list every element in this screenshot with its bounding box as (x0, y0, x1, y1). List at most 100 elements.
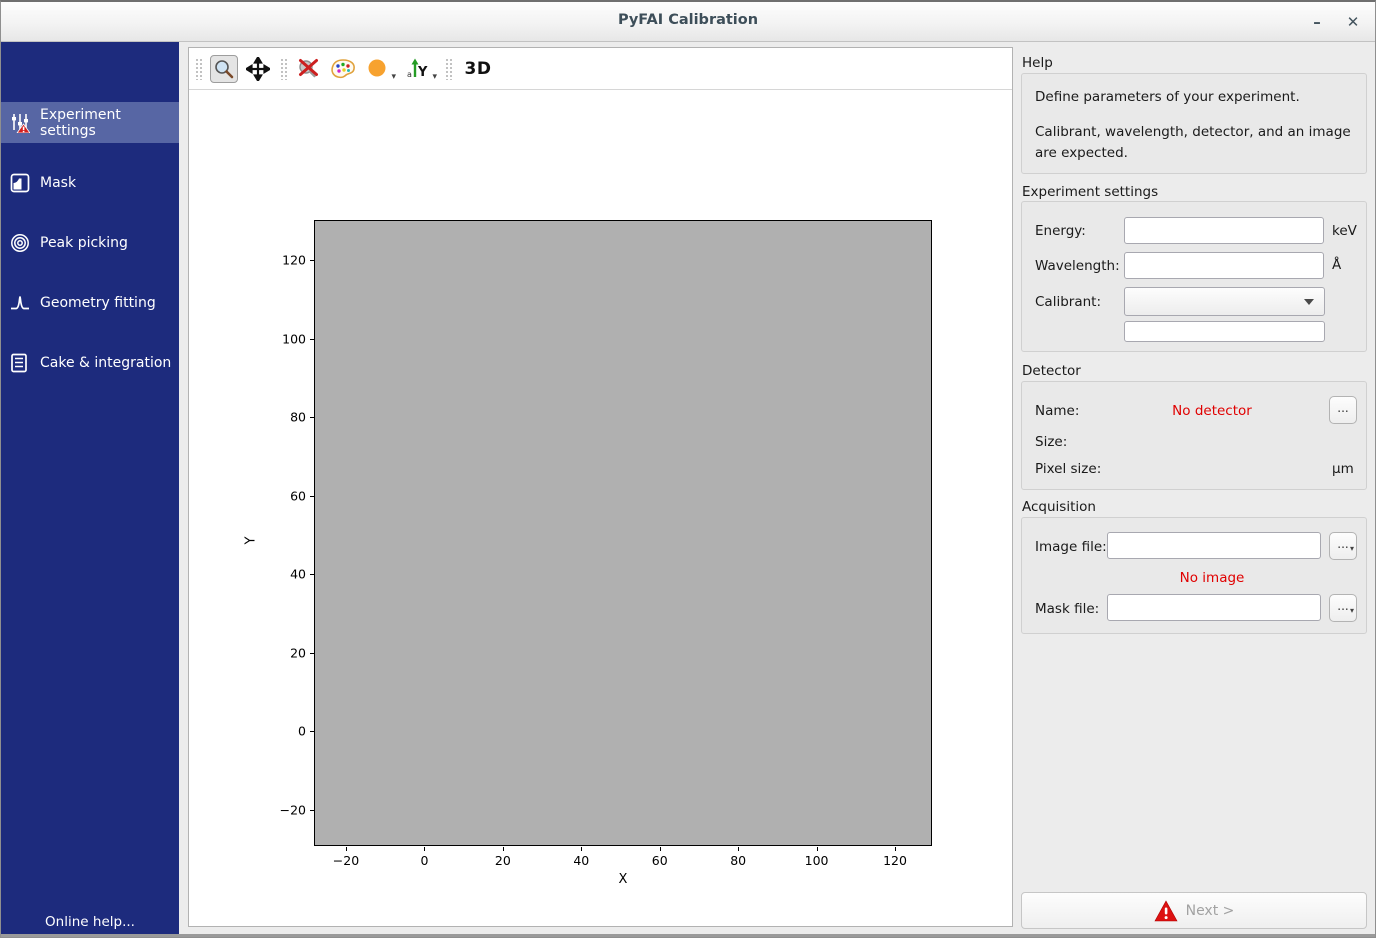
detector-name-label: Name: (1035, 403, 1079, 419)
plot-canvas[interactable]: −20020406080100120120100806040200−20 X Y (189, 91, 1012, 926)
svg-text:a: a (407, 70, 412, 79)
x-tick-label: 100 (805, 853, 829, 868)
next-button[interactable]: Next > (1021, 892, 1367, 929)
plot-panel: ▾ a Y ▾ 3D −2002040608010012012010080604… (188, 47, 1013, 927)
y-tick-label: 120 (261, 253, 306, 268)
x-tick-label: 20 (495, 853, 511, 868)
sidebar-item-mask[interactable]: Mask (1, 162, 179, 203)
detector-section-title: Detector (1022, 363, 1081, 379)
mask-file-browse-button[interactable]: ... ▾ (1329, 594, 1357, 622)
image-file-browse-button[interactable]: ... ▾ (1329, 532, 1357, 560)
titlebar: PyFAI Calibration – ✕ (1, 2, 1375, 42)
wavelength-unit: Å (1332, 257, 1341, 273)
x-tick-label: 120 (883, 853, 907, 868)
detector-pixel-unit: μm (1332, 461, 1354, 477)
detector-pixel-label: Pixel size: (1035, 461, 1101, 477)
dropdown-arrow-icon: ▾ (391, 72, 396, 82)
no-detector-status: No detector (1102, 403, 1322, 419)
y-tick-label: 80 (261, 410, 306, 425)
detector-box: Name: No detector ... Size: Pixel size: … (1021, 381, 1367, 490)
x-tick-mark (503, 847, 504, 851)
close-button[interactable]: ✕ (1339, 10, 1367, 34)
sidebar: Experiment settings Mask Peak picking Ge… (1, 42, 179, 938)
calibrant-label: Calibrant: (1035, 294, 1101, 310)
sidebar-item-cake-integration[interactable]: Cake & integration (1, 342, 179, 383)
help-box: Define parameters of your experiment. Ca… (1021, 73, 1367, 174)
target-icon (10, 233, 30, 253)
dropdown-arrow-icon: ▾ (432, 72, 437, 82)
peak-curve-icon (10, 293, 30, 313)
detector-browse-button[interactable]: ... (1329, 396, 1357, 424)
x-tick-mark (660, 847, 661, 851)
window-title: PyFAI Calibration (1, 12, 1375, 28)
calibrant-extra-input[interactable] (1124, 321, 1325, 342)
toolbar-separator (280, 58, 287, 80)
image-file-input[interactable] (1107, 532, 1321, 559)
sidebar-item-peak-picking[interactable]: Peak picking (1, 222, 179, 263)
y-tick-mark (310, 339, 314, 340)
acquisition-section-title: Acquisition (1022, 499, 1096, 515)
wavelength-input[interactable] (1124, 252, 1324, 279)
dropdown-arrow-icon: ▾ (1350, 600, 1354, 622)
y-tick-mark (310, 810, 314, 811)
x-tick-label: 40 (573, 853, 589, 868)
online-help-link[interactable]: Online help... (1, 914, 179, 930)
energy-label: Energy: (1035, 223, 1086, 239)
palette-icon (330, 58, 356, 80)
plot-toolbar: ▾ a Y ▾ 3D (189, 48, 1012, 90)
energy-input[interactable] (1124, 217, 1324, 244)
image-placeholder (314, 220, 932, 846)
x-tick-mark (895, 847, 896, 851)
chevron-down-icon (1304, 299, 1314, 305)
y-axis-up-icon: a Y (406, 57, 430, 81)
calibrant-combobox[interactable] (1124, 287, 1325, 316)
marker-color-button[interactable]: ▾ (363, 55, 391, 83)
sidebar-item-label: Peak picking (40, 235, 128, 251)
y-tick-mark (310, 574, 314, 575)
browse-label: ... (1337, 599, 1348, 613)
colormap-button[interactable] (329, 55, 357, 83)
x-axis-label: X (619, 872, 628, 887)
sidebar-item-geometry-fitting[interactable]: Geometry fitting (1, 282, 179, 323)
warning-icon (1154, 900, 1178, 922)
sidebar-item-experiment-settings[interactable]: Experiment settings (1, 102, 179, 143)
x-tick-mark (581, 847, 582, 851)
app-window: PyFAI Calibration – ✕ Experiment setting… (0, 0, 1376, 938)
window-bottom-border (1, 934, 1375, 937)
x-tick-mark (424, 847, 425, 851)
browse-label: ... (1337, 537, 1348, 551)
3d-label: 3D (465, 59, 492, 79)
pan-mode-button[interactable] (244, 55, 272, 83)
help-section-title: Help (1022, 55, 1053, 71)
minimize-button[interactable]: – (1303, 10, 1331, 34)
experiment-section-title: Experiment settings (1022, 184, 1158, 200)
x-tick-mark (817, 847, 818, 851)
next-label: Next > (1186, 903, 1235, 919)
y-tick-mark (310, 496, 314, 497)
energy-unit: keV (1332, 223, 1357, 239)
mask-file-input[interactable] (1107, 594, 1321, 621)
acquisition-box: Image file: ... ▾ No image Mask file: ..… (1021, 517, 1367, 634)
3d-view-button[interactable]: 3D (460, 55, 496, 83)
x-tick-label: 80 (730, 853, 746, 868)
x-tick-label: 60 (652, 853, 668, 868)
sliders-warning-icon (10, 113, 30, 133)
browse-label: ... (1337, 401, 1348, 415)
mask-icon (10, 173, 30, 193)
sidebar-item-label: Experiment settings (40, 107, 179, 139)
y-tick-label: 40 (261, 567, 306, 582)
y-axis-orientation-button[interactable]: a Y ▾ (404, 55, 432, 83)
help-text-line1: Define parameters of your experiment. (1035, 89, 1353, 105)
y-axis-label: Y (243, 537, 258, 545)
x-tick-label: 0 (420, 853, 428, 868)
toolbar-handle (195, 58, 202, 80)
y-tick-mark (310, 731, 314, 732)
wavelength-label: Wavelength: (1035, 258, 1120, 274)
integration-icon (10, 353, 30, 373)
mask-file-label: Mask file: (1035, 601, 1099, 617)
sidebar-item-label: Cake & integration (40, 355, 171, 371)
help-text-line2: Calibrant, wavelength, detector, and an … (1035, 122, 1353, 164)
x-tick-mark (738, 847, 739, 851)
zoom-mode-button[interactable] (210, 55, 238, 83)
reset-zoom-button[interactable] (295, 55, 323, 83)
